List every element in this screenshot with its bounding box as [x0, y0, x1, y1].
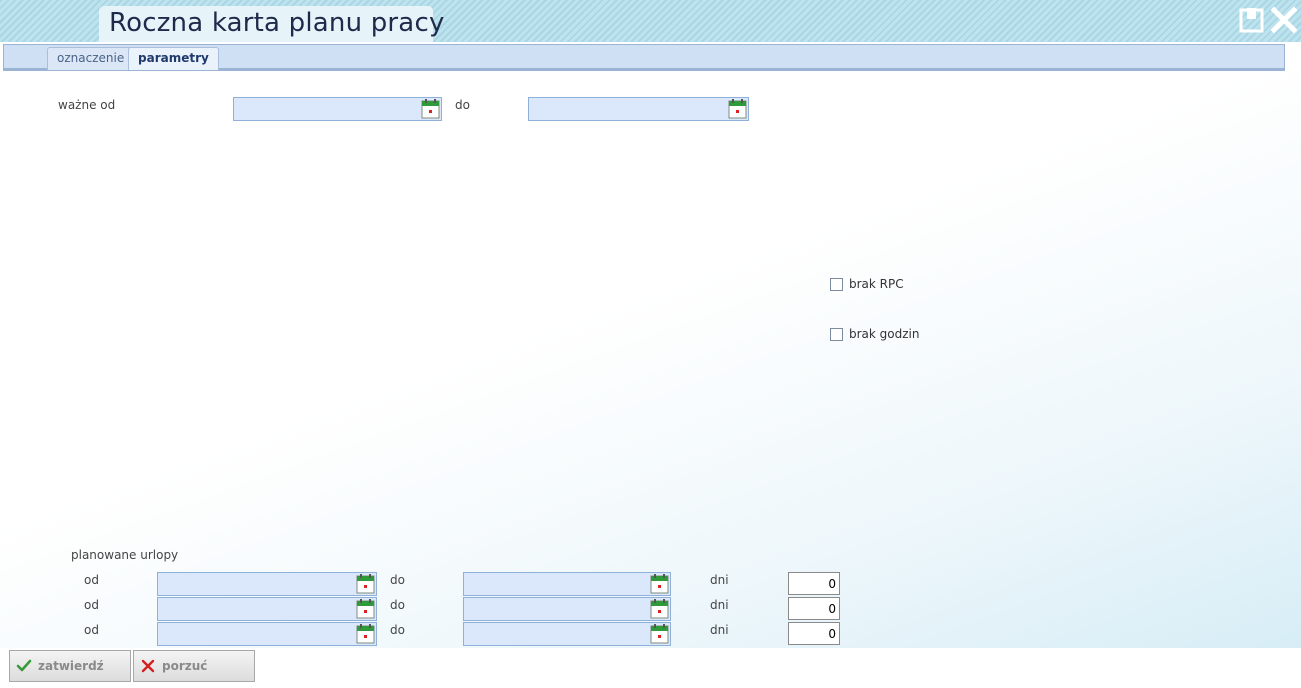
tab-oznaczenie[interactable]: oznaczenie [47, 47, 135, 70]
window-title: Roczna karta planu pracy [109, 8, 445, 38]
leave-days-input[interactable] [789, 598, 839, 619]
no-rpc-label: brak RPC [849, 277, 904, 291]
window-restore-icon[interactable] [1239, 6, 1265, 34]
checkmark-icon [16, 658, 32, 674]
calendar-icon[interactable] [421, 99, 440, 119]
leave-days-field[interactable] [788, 597, 840, 620]
tab-parametry[interactable]: parametry [128, 47, 219, 70]
leave-days-label: dni [710, 623, 729, 637]
leave-to-label: do [390, 573, 405, 587]
leave-to-input[interactable] [464, 623, 670, 645]
leave-from-field[interactable] [157, 572, 377, 596]
valid-from-input[interactable] [234, 98, 441, 120]
leave-to-input[interactable] [464, 598, 670, 620]
leave-from-field[interactable] [157, 622, 377, 646]
leave-from-input[interactable] [158, 623, 376, 645]
calendar-icon[interactable] [356, 599, 375, 619]
leave-days-field[interactable] [788, 622, 840, 645]
calendar-icon[interactable] [728, 99, 747, 119]
leave-days-label: dni [710, 573, 729, 587]
leave-to-field[interactable] [463, 622, 671, 646]
leave-days-input[interactable] [789, 573, 839, 594]
valid-to-label: do [455, 98, 470, 112]
no-hours-label: brak godzin [849, 327, 920, 341]
calendar-icon[interactable] [650, 624, 669, 644]
leave-to-field[interactable] [463, 597, 671, 621]
leave-from-label: od [84, 598, 99, 612]
leave-to-field[interactable] [463, 572, 671, 596]
form-panel: oznaczenie parametry [0, 42, 1301, 648]
leave-to-input[interactable] [464, 573, 670, 595]
tab-bar: oznaczenie parametry [3, 44, 1285, 71]
cancel-button[interactable]: porzuć [133, 650, 255, 682]
leave-from-label: od [84, 623, 99, 637]
planned-leave-heading: planowane urlopy [71, 548, 179, 562]
close-x-icon[interactable] [1271, 6, 1297, 34]
x-cross-icon [140, 658, 156, 674]
leave-from-field[interactable] [157, 597, 377, 621]
leave-days-label: dni [710, 598, 729, 612]
calendar-icon[interactable] [650, 599, 669, 619]
cancel-label: porzuć [162, 659, 208, 673]
valid-from-label: ważne od [58, 98, 116, 112]
calendar-icon[interactable] [356, 574, 375, 594]
valid-to-field[interactable] [528, 97, 749, 121]
no-hours-checkbox[interactable] [830, 327, 843, 341]
leave-from-label: od [84, 573, 99, 587]
valid-to-input[interactable] [529, 98, 748, 120]
confirm-label: zatwierdź [38, 659, 104, 673]
no-hours-checkbox-row[interactable]: brak godzin [830, 326, 919, 342]
leave-to-label: do [390, 623, 405, 637]
no-rpc-checkbox[interactable] [830, 277, 843, 291]
leave-days-field[interactable] [788, 572, 840, 595]
confirm-button[interactable]: zatwierdź [9, 650, 131, 682]
leave-from-input[interactable] [158, 573, 376, 595]
calendar-icon[interactable] [650, 574, 669, 594]
valid-from-field[interactable] [233, 97, 442, 121]
no-rpc-checkbox-row[interactable]: brak RPC [830, 276, 904, 292]
calendar-icon[interactable] [356, 624, 375, 644]
leave-from-input[interactable] [158, 598, 376, 620]
title-tab: Roczna karta planu pracy [99, 6, 444, 44]
leave-days-input[interactable] [789, 623, 839, 644]
leave-to-label: do [390, 598, 405, 612]
